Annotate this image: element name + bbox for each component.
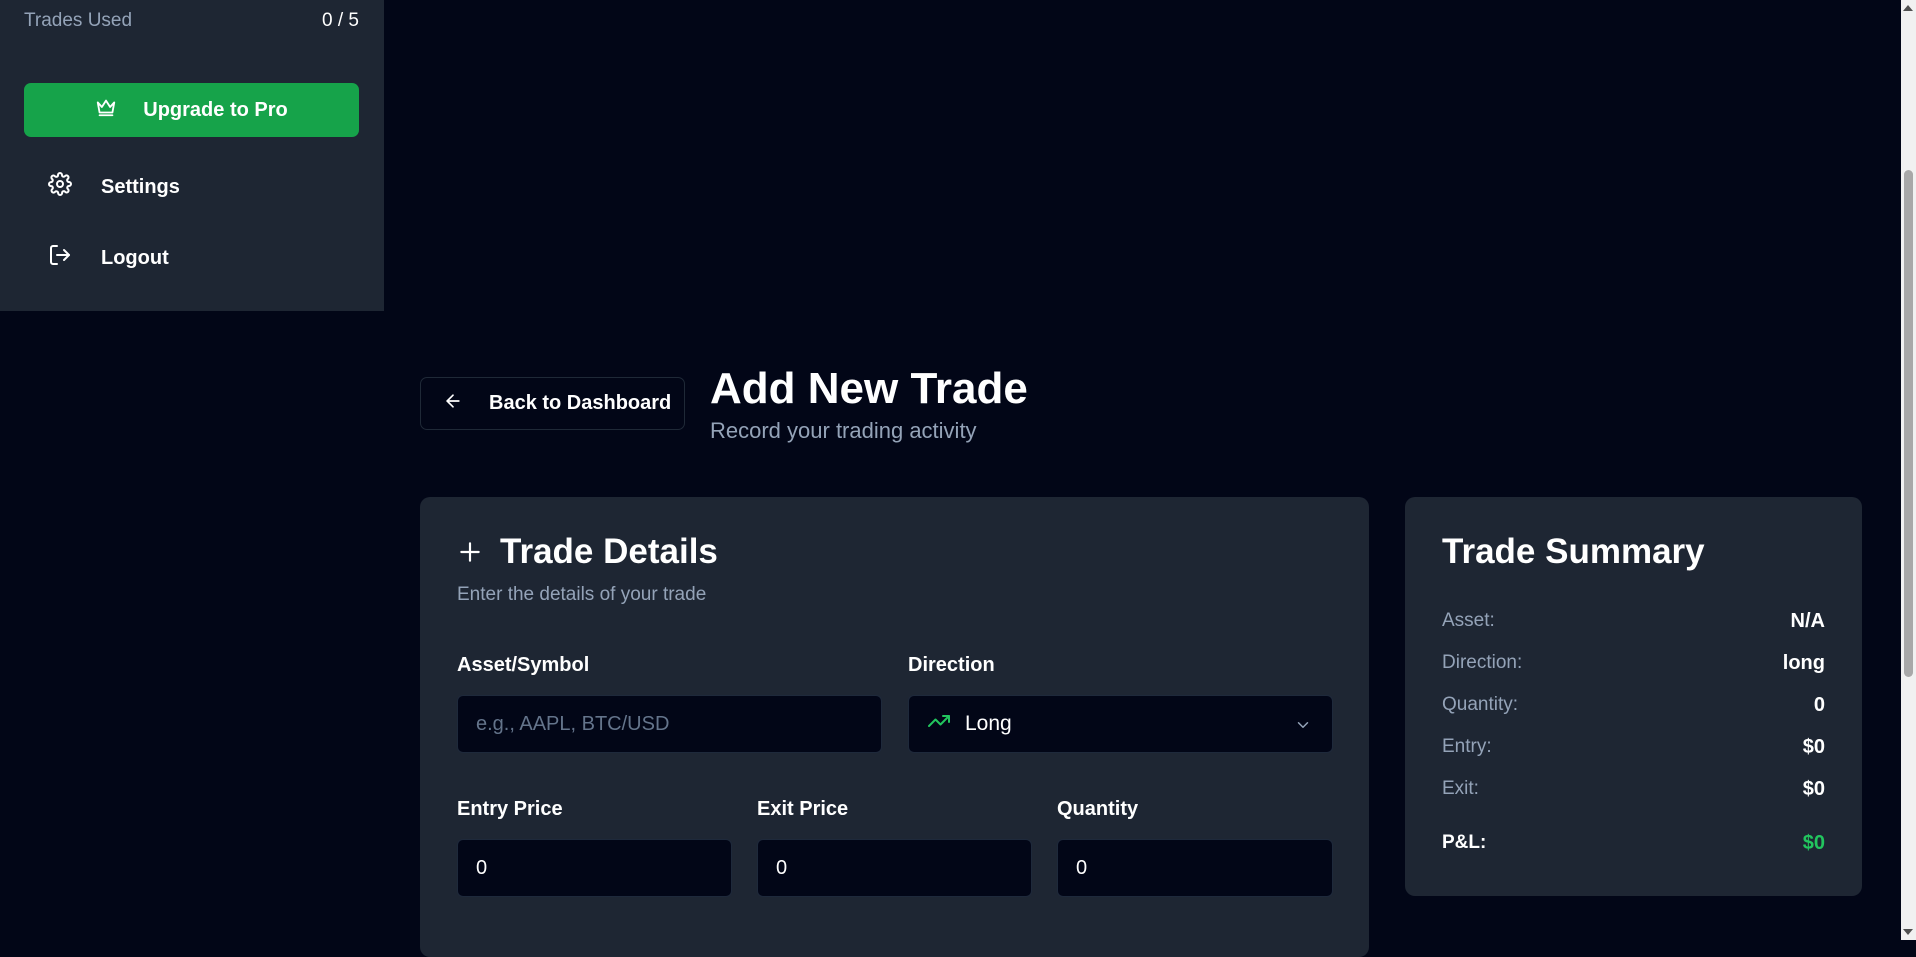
summary-row-entry: Entry: $0 bbox=[1442, 736, 1825, 759]
trade-details-description: Enter the details of your trade bbox=[457, 584, 707, 605]
trade-summary-title: Trade Summary bbox=[1442, 532, 1705, 571]
sidebar-item-settings[interactable]: Settings bbox=[48, 167, 180, 207]
summary-row-direction: Direction: long bbox=[1442, 652, 1825, 675]
direction-select[interactable]: Long bbox=[908, 695, 1333, 753]
trades-used-row: Trades Used 0 / 5 bbox=[24, 10, 359, 32]
entry-price-input[interactable] bbox=[457, 839, 732, 897]
back-label: Back to Dashboard bbox=[489, 392, 672, 414]
summary-row-exit: Exit: $0 bbox=[1442, 778, 1825, 801]
exit-price-label: Exit Price bbox=[757, 798, 849, 820]
scroll-down-arrow-icon[interactable] bbox=[1903, 929, 1913, 935]
arrow-left-icon bbox=[443, 391, 489, 417]
asset-input[interactable] bbox=[457, 695, 882, 753]
sidebar-item-logout[interactable]: Logout bbox=[48, 238, 169, 278]
summary-row-value: $0 bbox=[1802, 736, 1825, 758]
back-to-dashboard-button[interactable]: Back to Dashboard bbox=[420, 377, 685, 430]
page-title: Add New Trade bbox=[710, 364, 1028, 413]
summary-row-value: 0 bbox=[1813, 694, 1825, 716]
summary-row-value: N/A bbox=[1790, 610, 1825, 632]
summary-row-label: Quantity: bbox=[1442, 694, 1519, 715]
asset-label: Asset/Symbol bbox=[457, 654, 590, 676]
trending-up-icon bbox=[927, 709, 951, 739]
summary-row-value: long bbox=[1782, 652, 1825, 674]
gear-icon bbox=[48, 172, 101, 202]
settings-label: Settings bbox=[101, 175, 180, 198]
summary-row-value: $0 bbox=[1802, 778, 1825, 800]
pl-label: P&L: bbox=[1442, 832, 1487, 853]
crown-icon bbox=[95, 96, 143, 124]
scroll-up-arrow-icon[interactable] bbox=[1903, 5, 1913, 11]
trade-details-title: Trade Details bbox=[500, 532, 718, 571]
direction-label: Direction bbox=[908, 654, 995, 676]
direction-value: Long bbox=[965, 712, 1012, 735]
summary-row-pl: P&L: $0 bbox=[1442, 832, 1825, 855]
page-subtitle: Record your trading activity bbox=[710, 418, 977, 443]
sidebar: Trades Used 0 / 5 Upgrade to Pro Setting… bbox=[0, 0, 384, 311]
summary-row-label: Asset: bbox=[1442, 610, 1495, 631]
trade-summary-card: Trade Summary Asset: N/A Direction: long… bbox=[1405, 497, 1862, 896]
summary-row-label: Entry: bbox=[1442, 736, 1492, 757]
exit-price-input[interactable] bbox=[757, 839, 1032, 897]
summary-row-asset: Asset: N/A bbox=[1442, 610, 1825, 633]
trades-used-count: 0 / 5 bbox=[322, 10, 359, 31]
upgrade-label: Upgrade to Pro bbox=[143, 98, 288, 121]
page-scrollbar[interactable] bbox=[1901, 0, 1916, 940]
chevron-down-icon bbox=[1294, 716, 1312, 740]
scrollbar-thumb[interactable] bbox=[1904, 170, 1913, 677]
trades-used-label: Trades Used bbox=[24, 10, 133, 31]
logout-label: Logout bbox=[101, 246, 169, 269]
quantity-input[interactable] bbox=[1057, 839, 1333, 897]
quantity-label: Quantity bbox=[1057, 798, 1139, 820]
trade-details-card: Trade Details Enter the details of your … bbox=[420, 497, 1369, 957]
pl-value: $0 bbox=[1802, 832, 1825, 854]
upgrade-to-pro-button[interactable]: Upgrade to Pro bbox=[24, 83, 359, 137]
summary-row-label: Exit: bbox=[1442, 778, 1479, 799]
logout-icon bbox=[48, 243, 101, 273]
plus-icon bbox=[457, 539, 483, 570]
summary-row-label: Direction: bbox=[1442, 652, 1523, 673]
summary-row-quantity: Quantity: 0 bbox=[1442, 694, 1825, 717]
entry-price-label: Entry Price bbox=[457, 798, 563, 820]
